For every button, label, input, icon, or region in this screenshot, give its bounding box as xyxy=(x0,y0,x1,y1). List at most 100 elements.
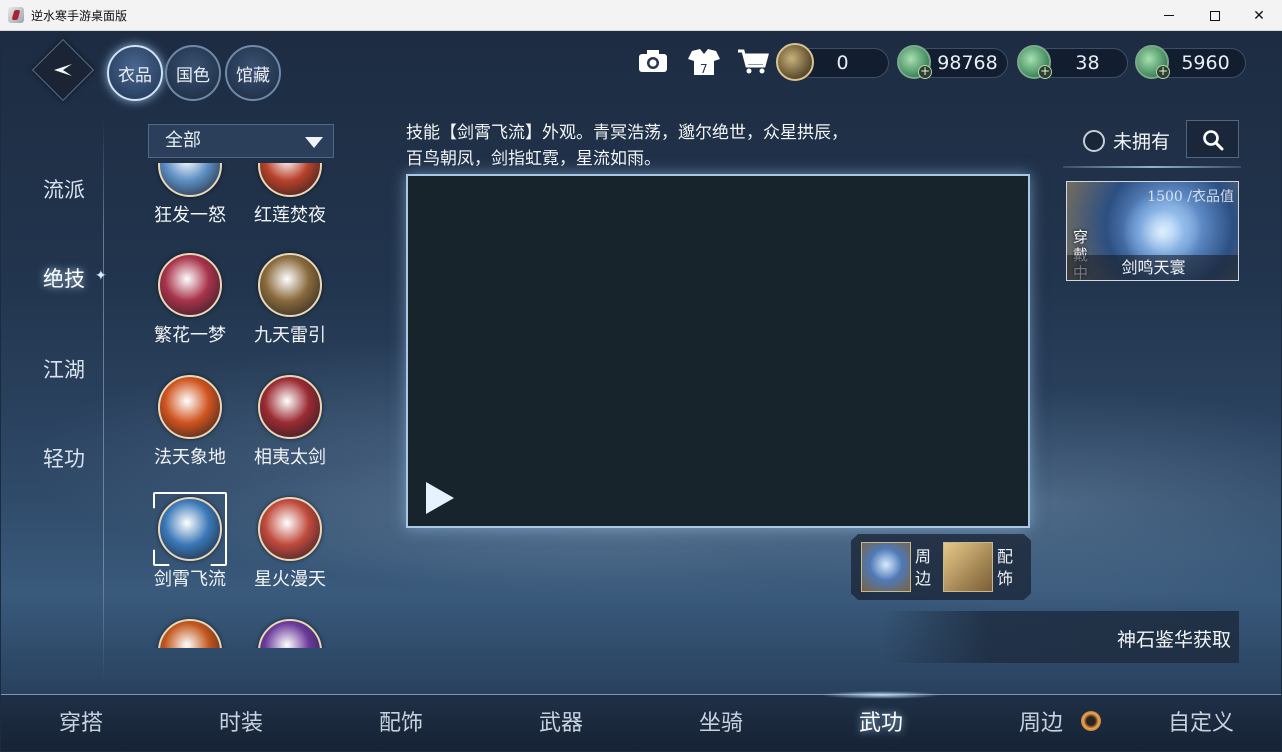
tab-guose[interactable]: 国色 xyxy=(165,45,221,101)
close-icon: ✕ xyxy=(1253,7,1265,24)
related-label[interactable]: 周边 xyxy=(915,546,935,590)
game-stage: 衣品 国色 馆藏 7 0 98768 + 38 + 5960 + 流派 绝技 ✦… xyxy=(1,31,1281,751)
window-titlebar: 逆水寒手游桌面版 ✕ xyxy=(0,0,1282,31)
search-icon xyxy=(1203,130,1224,151)
item-name: 剑鸣天寰 xyxy=(1067,255,1238,280)
window-title: 逆水寒手游桌面版 xyxy=(31,9,128,23)
minimize-icon xyxy=(1164,15,1174,16)
skill-item[interactable]: 星火漫天 xyxy=(241,497,339,597)
filter-selected: 全部 xyxy=(165,130,201,151)
ring-coin-icon xyxy=(776,43,814,81)
nav-shizhuang[interactable]: 时装 xyxy=(181,705,301,737)
related-items: 周边 配饰 xyxy=(851,534,1031,600)
add-icon: + xyxy=(1038,64,1052,79)
nav-peishi[interactable]: 配饰 xyxy=(341,705,461,737)
skill-label: 九天雷引 xyxy=(254,325,326,346)
add-icon: + xyxy=(1156,64,1170,79)
back-arrow-icon xyxy=(54,64,72,76)
related-thumb-peishi[interactable] xyxy=(943,542,993,592)
search-button[interactable] xyxy=(1186,120,1239,158)
back-button[interactable] xyxy=(31,38,95,102)
equipped-item-card[interactable]: 1500 /衣品值 穿戴中 剑鸣天寰 xyxy=(1066,181,1239,281)
owned-filter[interactable]: 未拥有 xyxy=(1083,127,1170,154)
notification-dot-icon xyxy=(1081,711,1101,731)
nav-wugong[interactable]: 武功 xyxy=(821,705,941,737)
skill-label: 红莲焚夜 xyxy=(254,205,326,226)
dropdown-arrow-icon xyxy=(305,137,323,148)
skill-icon xyxy=(258,253,322,317)
related-label[interactable]: 配饰 xyxy=(997,546,1017,590)
skill-icon xyxy=(158,163,222,197)
category-divider xyxy=(103,121,104,681)
skill-item[interactable] xyxy=(141,619,239,648)
maximize-icon xyxy=(1210,10,1220,21)
skill-icon xyxy=(258,375,322,439)
source-bar[interactable]: 神石鉴华获取 xyxy=(881,611,1239,663)
skill-label: 法天象地 xyxy=(154,447,226,468)
tab-label: 国色 xyxy=(176,65,210,86)
currency-value: 0 xyxy=(836,52,849,74)
bottom-nav: 穿搭 时装 配饰 武器 坐骑 武功 周边 自定义 xyxy=(1,691,1281,751)
tab-yipin[interactable]: 衣品 xyxy=(107,45,163,101)
category-jianghu[interactable]: 江湖 xyxy=(43,354,85,384)
skill-label: 相夷太剑 xyxy=(254,447,326,468)
tab-label: 衣品 xyxy=(118,65,152,86)
nav-wuqi[interactable]: 武器 xyxy=(501,705,621,737)
jade-coin-icon[interactable]: + xyxy=(1017,45,1052,79)
jade-coin-icon[interactable]: + xyxy=(897,45,932,79)
skill-icon xyxy=(158,253,222,317)
filter-dropdown[interactable]: 全部 xyxy=(148,124,334,158)
nav-zuoqi[interactable]: 坐骑 xyxy=(661,705,781,737)
skill-icon xyxy=(258,163,322,197)
tab-guancang[interactable]: 馆藏 xyxy=(225,45,281,101)
skill-icon xyxy=(158,375,222,439)
skill-label: 狂发一怒 xyxy=(154,205,226,226)
skill-item[interactable]: 红莲焚夜 xyxy=(241,163,339,233)
clothing-icon[interactable]: 7 xyxy=(686,47,722,83)
skill-item[interactable]: 九天雷引 xyxy=(241,253,339,353)
currency-value: 38 xyxy=(1075,52,1100,74)
radio-icon[interactable] xyxy=(1083,129,1105,152)
skill-icon xyxy=(158,619,222,648)
right-divider xyxy=(1063,166,1241,168)
skill-label: 繁花一梦 xyxy=(154,325,226,346)
currency-value: 98768 xyxy=(937,52,998,74)
tab-label: 馆藏 xyxy=(236,65,270,86)
skill-item[interactable] xyxy=(241,619,339,648)
add-icon: + xyxy=(918,64,932,79)
skill-label: 剑霄飞流 xyxy=(154,569,226,590)
skill-icon xyxy=(258,619,322,648)
owned-filter-label: 未拥有 xyxy=(1113,131,1171,153)
minimize-button[interactable] xyxy=(1146,0,1192,31)
skill-item[interactable]: 狂发一怒 xyxy=(141,163,239,233)
skill-label: 星火漫天 xyxy=(254,569,326,590)
skill-icon xyxy=(158,497,222,561)
skill-item[interactable]: 相夷太剑 xyxy=(241,375,339,475)
related-thumb-zhoubian[interactable] xyxy=(861,542,911,592)
svg-text:7: 7 xyxy=(700,62,708,76)
currency-value: 5960 xyxy=(1181,52,1230,74)
camera-icon[interactable] xyxy=(638,49,668,79)
play-icon[interactable] xyxy=(426,482,454,514)
category-qinggong[interactable]: 轻功 xyxy=(43,443,85,473)
cart-icon[interactable] xyxy=(737,49,769,81)
skill-item[interactable]: 繁花一梦 xyxy=(141,253,239,353)
jade-coin-icon[interactable]: + xyxy=(1135,45,1170,79)
video-preview[interactable] xyxy=(406,174,1030,528)
close-button[interactable]: ✕ xyxy=(1236,0,1282,31)
active-glow xyxy=(821,691,941,699)
skill-item-selected[interactable]: 剑霄飞流 xyxy=(141,492,239,597)
category-liupai[interactable]: 流派 xyxy=(43,174,85,204)
skill-item[interactable]: 法天象地 xyxy=(141,375,239,475)
maximize-button[interactable] xyxy=(1192,0,1238,31)
nav-zidingyi[interactable]: 自定义 xyxy=(1141,705,1261,737)
skill-grid: 狂发一怒 红莲焚夜 繁花一梦 九天雷引 法天象地 相夷太剑 剑霄飞流 星火漫天 xyxy=(141,163,351,648)
category-jueji[interactable]: 绝技 xyxy=(43,263,85,293)
nav-chuanda[interactable]: 穿搭 xyxy=(21,705,141,737)
item-value: 1500 /衣品值 xyxy=(1147,189,1234,205)
app-icon xyxy=(8,7,24,23)
skill-icon xyxy=(258,497,322,561)
skill-description: 技能【剑霄飞流】外观。青冥浩荡，邈尔绝世，众星拱辰，百鸟朝凤，剑指虹霓，星流如雨… xyxy=(406,123,848,169)
active-marker-icon: ✦ xyxy=(95,268,107,284)
source-text: 神石鉴华获取 xyxy=(1116,629,1231,651)
